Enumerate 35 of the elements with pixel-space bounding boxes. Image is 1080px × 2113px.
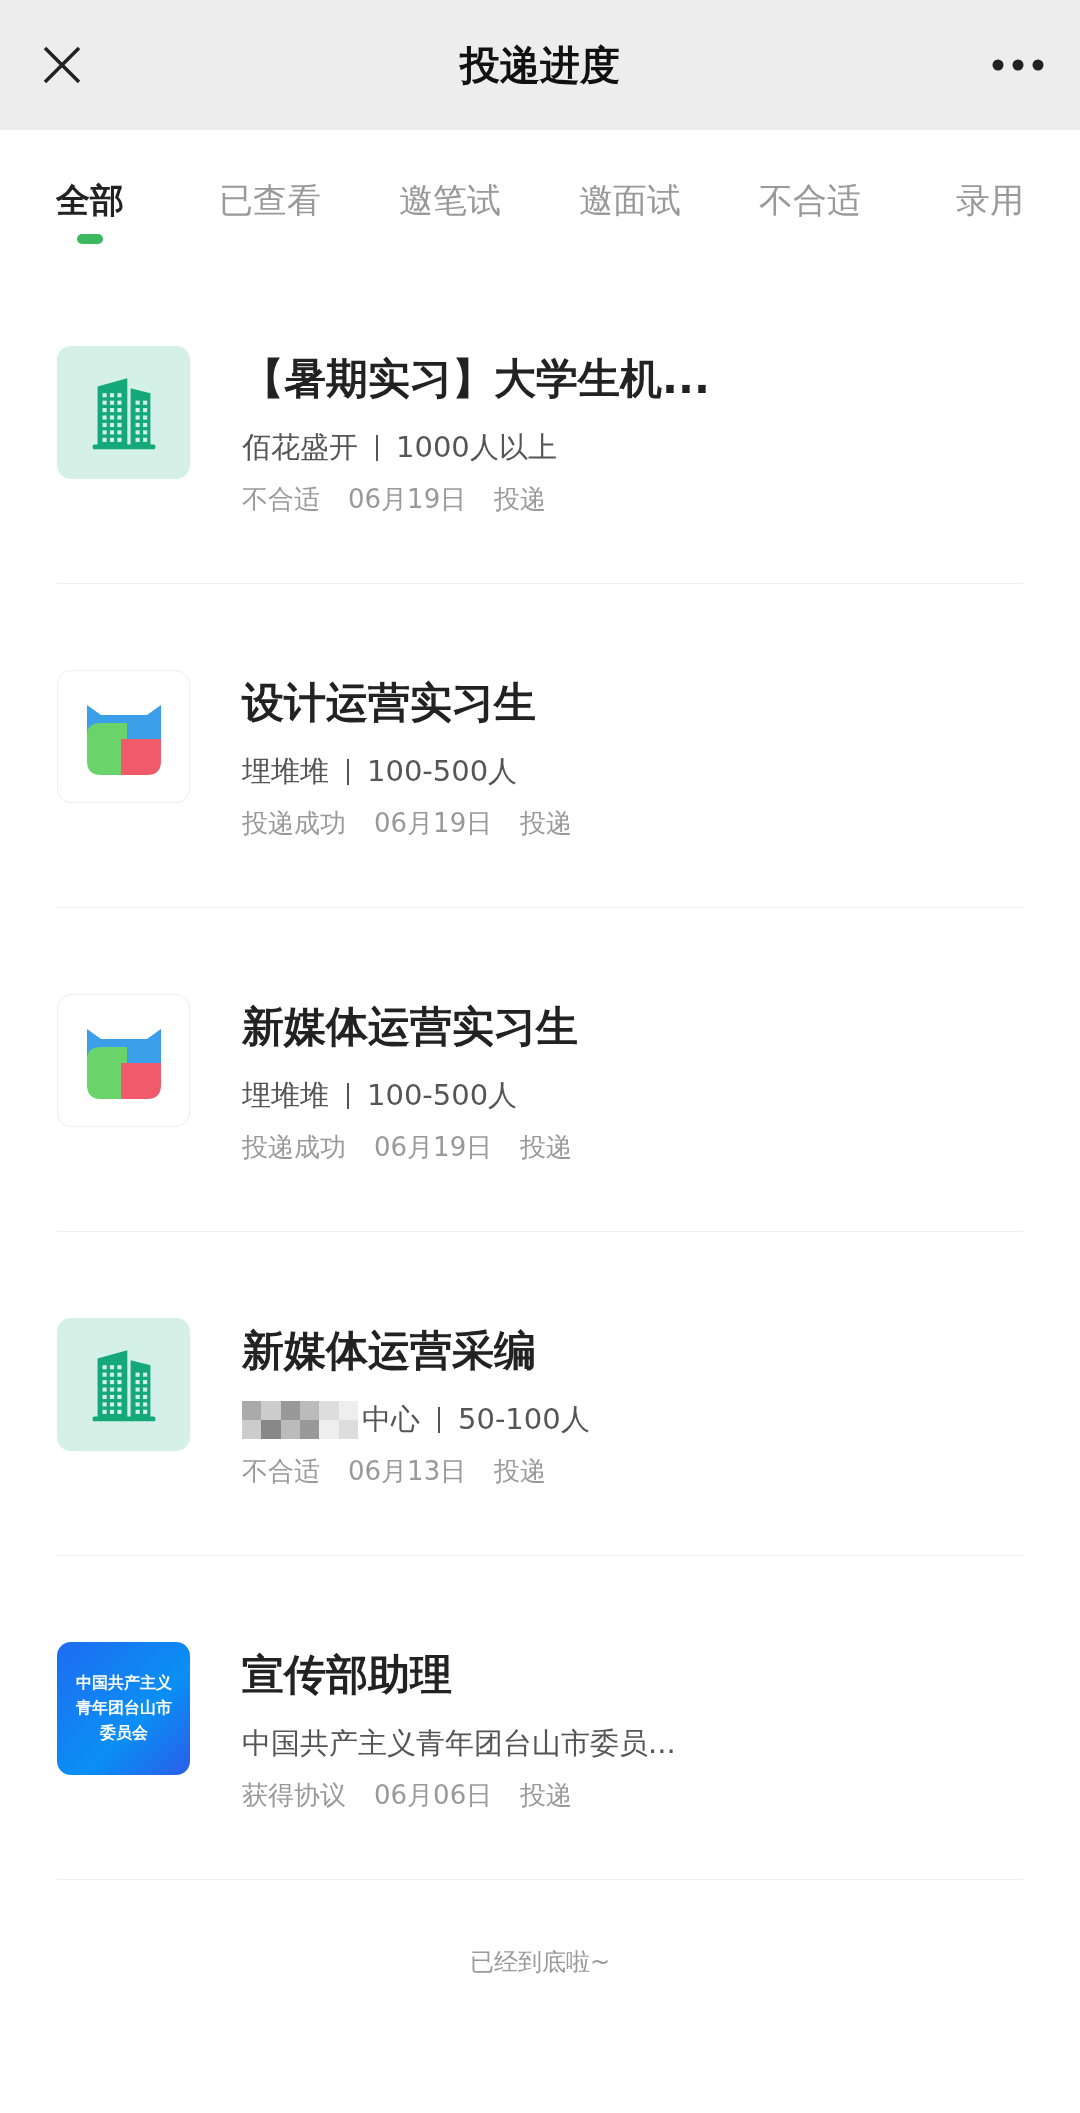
job-title[interactable]: 新媒体运营实习生 xyxy=(242,1006,578,1048)
job-title[interactable]: 【暑期实习】大学生机... xyxy=(242,358,710,400)
company-size: 1000人以上 xyxy=(396,429,557,466)
company-size: 100-500人 xyxy=(367,753,518,790)
application-status: 不合适 xyxy=(242,483,320,516)
job-title[interactable]: 宣传部助理 xyxy=(242,1654,676,1696)
application-date: 06月06日 xyxy=(374,1779,493,1812)
application-action: 投递 xyxy=(520,1131,573,1164)
job-title[interactable]: 设计运营实习生 xyxy=(242,682,573,724)
page-title: 投递进度 xyxy=(460,40,620,90)
application-action: 投递 xyxy=(494,483,547,516)
company-name: 中心 xyxy=(362,1401,420,1438)
filter-tab[interactable]: 全部 xyxy=(0,130,180,260)
application-date: 06月19日 xyxy=(374,807,493,840)
logo-text: 中国共产主义 xyxy=(75,1672,172,1695)
company-name: 埋堆堆 xyxy=(242,753,329,790)
application-status: 投递成功 xyxy=(242,1131,346,1164)
application-status: 投递成功 xyxy=(242,807,346,840)
application-status: 获得协议 xyxy=(242,1779,346,1812)
company-name: 中国共产主义青年团台山市委员... xyxy=(242,1725,676,1762)
application-date: 06月19日 xyxy=(374,1131,493,1164)
job-title[interactable]: 新媒体运营采编 xyxy=(242,1330,590,1372)
application-date: 06月13日 xyxy=(348,1455,467,1488)
logo-text: 青年团台山市 xyxy=(75,1697,172,1720)
company-name: 佰花盛开 xyxy=(242,429,358,466)
company-name: 埋堆堆 xyxy=(242,1077,329,1114)
company-size: 100-500人 xyxy=(367,1077,518,1114)
end-of-list-text: 已经到底啦~ xyxy=(469,1947,611,1978)
company-size: 50-100人 xyxy=(458,1401,590,1438)
application-date: 06月19日 xyxy=(348,483,467,516)
application-action: 投递 xyxy=(520,1779,573,1812)
application-action: 投递 xyxy=(494,1455,547,1488)
logo-text: 委员会 xyxy=(99,1721,148,1744)
application-action: 投递 xyxy=(520,807,573,840)
application-status: 不合适 xyxy=(242,1455,320,1488)
